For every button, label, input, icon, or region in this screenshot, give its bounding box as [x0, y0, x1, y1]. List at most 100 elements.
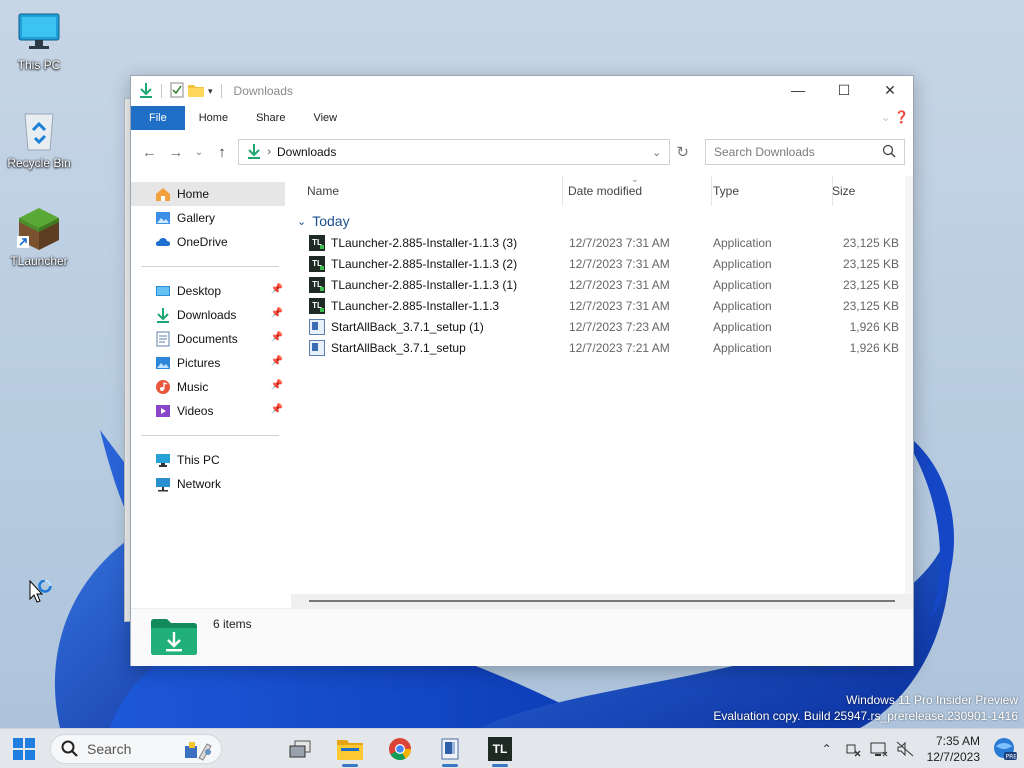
file-type: Application [713, 319, 772, 334]
forward-button[interactable]: → [166, 138, 187, 166]
scrollbar-thumb[interactable] [309, 600, 895, 602]
desktop-icon-this-pc[interactable]: This PC [1, 10, 77, 72]
file-row[interactable]: StartAllBack_3.7.1_setup 12/7/2023 7:21 … [291, 337, 913, 358]
file-name: TLauncher-2.885-Installer-1.1.3 (1) [331, 277, 518, 292]
column-headers: Name Date modified Type Size ⌄ [291, 174, 913, 206]
taskbar-search-box[interactable]: Search [50, 733, 222, 764]
nav-item-desktop[interactable]: Desktop 📌 [131, 279, 291, 303]
pin-icon[interactable]: 📌 [271, 332, 283, 343]
file-row[interactable]: TL TLauncher-2.885-Installer-1.1.3 (1) 12… [291, 274, 913, 295]
setup-installer-icon [309, 318, 325, 335]
desktop-icon-label: Recycle Bin [7, 156, 71, 170]
nav-item-network[interactable]: Network [131, 472, 291, 496]
back-button[interactable]: ← [139, 138, 160, 166]
pin-icon[interactable]: 📌 [271, 380, 283, 391]
desktop-icon-recycle-bin[interactable]: Recycle Bin [1, 108, 77, 170]
column-header-date[interactable]: Date modified [568, 176, 712, 206]
file-explorer-window[interactable]: ▾ Downloads — ☐ ✕ File Home Share View ⌄… [130, 75, 914, 666]
file-size: 1,926 KB [849, 319, 899, 334]
address-bar[interactable]: › Downloads ⌄ [238, 139, 671, 165]
horizontal-scrollbar[interactable] [291, 594, 913, 608]
taskbar-clock[interactable]: 7:35 AM 12/7/2023 [927, 733, 980, 765]
network-icon[interactable] [869, 739, 889, 759]
desktop-icon-tlauncher[interactable]: TLauncher [1, 206, 77, 268]
setup-installer-icon [441, 738, 459, 759]
nav-item-documents[interactable]: Documents 📌 [131, 327, 291, 351]
nav-item-this-pc[interactable]: This PC [131, 448, 291, 472]
file-size: 23,125 KB [842, 256, 899, 271]
column-header-size[interactable]: Size [832, 176, 906, 206]
pin-icon[interactable]: 📌 [271, 308, 283, 319]
nav-item-gallery[interactable]: Gallery [131, 206, 291, 230]
nav-item-onedrive[interactable]: OneDrive [131, 230, 291, 254]
breadcrumb[interactable]: Downloads [277, 145, 646, 159]
file-date: 12/7/2023 7:23 AM [569, 319, 670, 334]
customize-toolbar-dropdown[interactable]: ▾ [208, 86, 213, 97]
nav-item-label: Videos [177, 404, 214, 418]
file-row[interactable]: TL TLauncher-2.885-Installer-1.1.3 12/7/2… [291, 295, 913, 316]
dev-home-pre-icon[interactable]: PRE [992, 738, 1018, 761]
taskbar-file-explorer[interactable] [330, 729, 370, 768]
chevron-down-icon[interactable]: ⌄ [297, 215, 306, 228]
sort-indicator-icon: ⌄ [631, 174, 639, 184]
breadcrumb-chevron-icon[interactable]: › [267, 146, 271, 158]
tab-home[interactable]: Home [185, 106, 242, 130]
up-button[interactable]: ↑ [212, 138, 233, 166]
search-icon[interactable] [882, 144, 896, 161]
file-date: 12/7/2023 7:21 AM [569, 340, 670, 355]
search-input[interactable] [713, 145, 882, 159]
file-row[interactable]: TL TLauncher-2.885-Installer-1.1.3 (3) 12… [291, 232, 913, 253]
minimize-button[interactable]: — [775, 76, 821, 104]
file-row[interactable]: TL TLauncher-2.885-Installer-1.1.3 (2) 12… [291, 253, 913, 274]
chevron-up-icon[interactable]: ⌃ [817, 739, 837, 759]
clock-time: 7:35 AM [935, 734, 980, 748]
tab-share[interactable]: Share [242, 106, 299, 130]
window-title: Downloads [233, 84, 293, 98]
maximize-button[interactable]: ☐ [821, 76, 867, 104]
nav-item-downloads[interactable]: Downloads 📌 [131, 303, 291, 327]
nav-item-pictures[interactable]: Pictures 📌 [131, 351, 291, 375]
taskbar-installer-app[interactable] [430, 729, 470, 768]
pin-icon[interactable]: 📌 [271, 404, 283, 415]
recycle-bin-icon [17, 108, 61, 152]
refresh-button[interactable]: ↻ [672, 138, 693, 166]
watermark-build: Evaluation copy. Build 25947.rs_prerelea… [713, 709, 1018, 723]
volume-muted-icon[interactable] [895, 739, 915, 759]
search-icon [61, 740, 78, 757]
usb-error-icon[interactable] [843, 739, 863, 759]
column-header-type[interactable]: Type [713, 176, 833, 206]
file-type: Application [713, 298, 772, 313]
taskbar: Search TL ⌃ 7:35 AM 12/7/2023 PRE [0, 728, 1024, 768]
pin-icon[interactable]: 📌 [271, 284, 283, 295]
new-folder-icon[interactable] [188, 83, 204, 100]
setup-installer-icon [309, 339, 325, 356]
properties-check-icon[interactable] [170, 82, 184, 101]
file-type: Application [713, 277, 772, 292]
expand-ribbon-icon[interactable]: ⌄ ❓ [881, 110, 909, 124]
download-arrow-icon[interactable] [139, 82, 153, 101]
column-label: Size [832, 184, 856, 198]
column-header-name[interactable]: Name [307, 176, 563, 206]
nav-item-home[interactable]: Home [131, 182, 285, 206]
nav-item-music[interactable]: Music 📌 [131, 375, 291, 399]
pin-icon[interactable]: 📌 [271, 356, 283, 367]
task-view-button[interactable] [280, 729, 320, 768]
title-bar[interactable]: ▾ Downloads — ☐ ✕ [131, 76, 913, 106]
taskbar-search-label: Search [87, 740, 132, 757]
file-row[interactable]: StartAllBack_3.7.1_setup (1) 12/7/2023 7… [291, 316, 913, 337]
search-box[interactable] [704, 139, 905, 165]
start-button[interactable] [4, 729, 44, 768]
taskbar-chrome[interactable] [380, 729, 420, 768]
group-header-today[interactable]: ⌄ Today [291, 210, 913, 232]
tab-file[interactable]: File [131, 106, 185, 130]
address-dropdown-icon[interactable]: ⌄ [652, 146, 661, 159]
recent-locations-button[interactable]: ⌄ [192, 138, 205, 166]
tab-view[interactable]: View [299, 106, 351, 130]
taskbar-tlauncher[interactable]: TL [480, 729, 520, 768]
file-date: 12/7/2023 7:31 AM [569, 298, 670, 313]
vertical-scrollbar[interactable] [905, 176, 913, 608]
chrome-icon [389, 737, 411, 760]
nav-item-videos[interactable]: Videos 📌 [131, 399, 291, 423]
home-icon [155, 186, 171, 202]
close-button[interactable]: ✕ [867, 76, 913, 104]
